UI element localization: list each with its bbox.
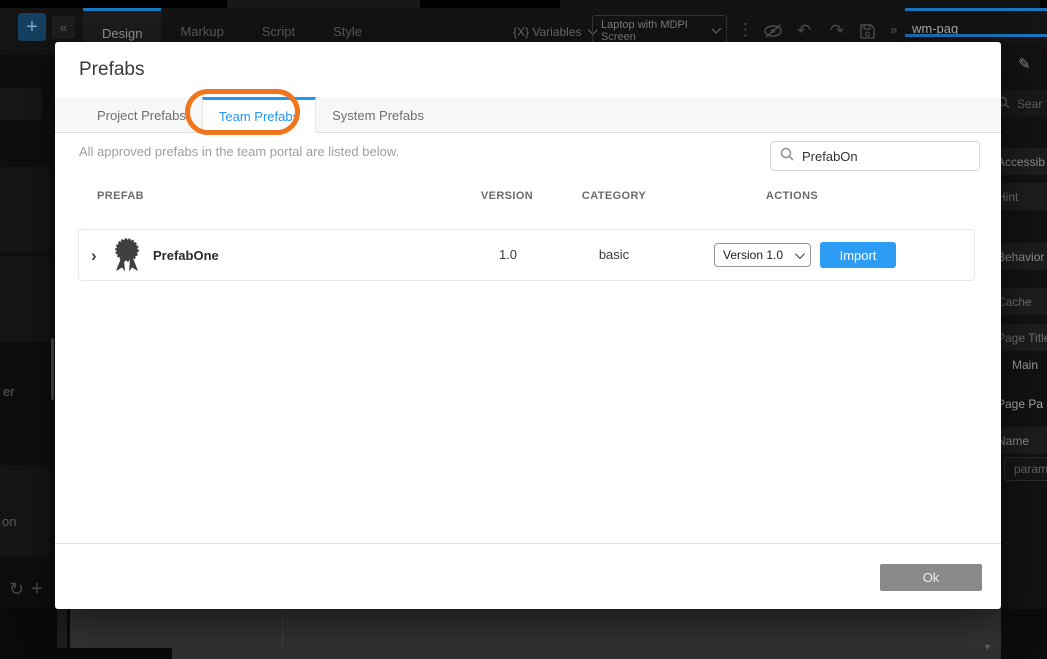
browser-strip xyxy=(0,0,1047,8)
redo-icon: ↷ xyxy=(830,21,844,41)
active-page-tab-underline xyxy=(905,34,1047,37)
add-page-button[interactable]: + xyxy=(18,13,46,41)
active-page-tab-indicator xyxy=(905,8,1047,11)
prefab-ribbon-icon xyxy=(113,238,141,279)
canvas-column-divider xyxy=(282,609,283,648)
palette-item[interactable] xyxy=(0,256,50,342)
column-header-prefab: PREFAB xyxy=(97,190,144,202)
save-floppy-icon xyxy=(859,23,876,40)
tab-project-prefabs[interactable]: Project Prefabs xyxy=(81,97,202,133)
palette-item[interactable] xyxy=(0,465,50,557)
double-chevron-right-icon: » xyxy=(890,22,897,37)
design-canvas: ▼ xyxy=(0,609,1047,659)
expand-right-button[interactable]: » xyxy=(890,22,897,37)
collapse-panel-button[interactable]: « xyxy=(52,16,75,39)
undo-button[interactable]: ↶ xyxy=(793,20,815,42)
refresh-icon[interactable]: ↻ xyxy=(9,579,24,600)
prefabs-tabbar: Project Prefabs Team Prefabs System Pref… xyxy=(55,97,1001,133)
canvas-gutter xyxy=(57,609,67,648)
import-button[interactable]: Import xyxy=(820,242,896,268)
tab-team-prefabs[interactable]: Team Prefabs xyxy=(202,97,316,133)
column-header-actions: ACTIONS xyxy=(766,190,818,202)
dialog-description: All approved prefabs in the team portal … xyxy=(79,144,399,159)
more-options-button[interactable]: ⋮ xyxy=(737,20,754,40)
plus-icon: + xyxy=(26,16,38,39)
version-select-value: Version 1.0 xyxy=(723,248,783,262)
canvas-right-gap xyxy=(1001,609,1047,659)
ok-button[interactable]: Ok xyxy=(880,564,982,591)
app-screen: + « Design Markup Script Style {X} Varia… xyxy=(0,0,1047,659)
browser-strip-segment xyxy=(227,0,420,8)
tab-system-prefabs[interactable]: System Prefabs xyxy=(316,97,440,133)
palette-label-fragment: er xyxy=(3,384,15,399)
canvas-surface[interactable] xyxy=(70,609,1001,648)
kebab-menu-icon: ⋮ xyxy=(737,20,754,39)
palette-item[interactable] xyxy=(0,167,50,253)
redo-button[interactable]: ↷ xyxy=(826,20,848,42)
prefab-search-box[interactable] xyxy=(770,141,980,171)
edit-pencil-icon[interactable]: ✎ xyxy=(1018,55,1031,73)
param-name-input[interactable]: param xyxy=(1004,457,1047,481)
table-row: › PrefabOne 1.0 basic Version 1.0 Import xyxy=(78,229,975,281)
preview-toggle-button[interactable] xyxy=(762,20,784,42)
prefab-name: PrefabOne xyxy=(153,248,219,263)
version-select[interactable]: Version 1.0 xyxy=(714,243,811,267)
left-panel-scrollbar[interactable] xyxy=(51,338,54,400)
column-header-category: CATEGORY xyxy=(582,190,646,202)
prefab-category: basic xyxy=(599,247,629,262)
palette-label-fragment: on xyxy=(2,514,16,529)
double-chevron-left-icon: « xyxy=(60,20,67,35)
column-header-version: VERSION xyxy=(481,190,533,202)
expand-row-chevron[interactable]: › xyxy=(91,246,97,266)
dialog-title: Prefabs xyxy=(79,59,144,81)
dialog-footer: Ok xyxy=(55,543,1001,609)
add-icon[interactable]: + xyxy=(31,578,43,601)
device-selector-value: Laptop with MDPI Screen xyxy=(601,19,712,43)
undo-icon: ↶ xyxy=(797,21,811,41)
canvas-footer-row xyxy=(172,648,1001,659)
variables-label: {X} Variables xyxy=(513,25,582,39)
palette-item[interactable] xyxy=(0,88,42,120)
eye-off-icon xyxy=(763,24,783,38)
prefab-version: 1.0 xyxy=(499,247,517,262)
prefabs-dialog: Prefabs Project Prefabs Team Prefabs Sys… xyxy=(55,42,1001,609)
prefab-search-input[interactable] xyxy=(802,149,962,164)
scroll-down-arrow-icon[interactable]: ▼ xyxy=(983,642,992,652)
chevron-down-icon xyxy=(712,24,721,33)
search-placeholder-fragment: Sear xyxy=(1017,97,1042,111)
save-button[interactable] xyxy=(856,20,878,42)
widget-palette-panel: er on ↻ + xyxy=(0,55,55,659)
chevron-down-icon xyxy=(795,249,805,259)
search-icon xyxy=(780,147,794,166)
browser-strip-segment xyxy=(560,0,1040,8)
